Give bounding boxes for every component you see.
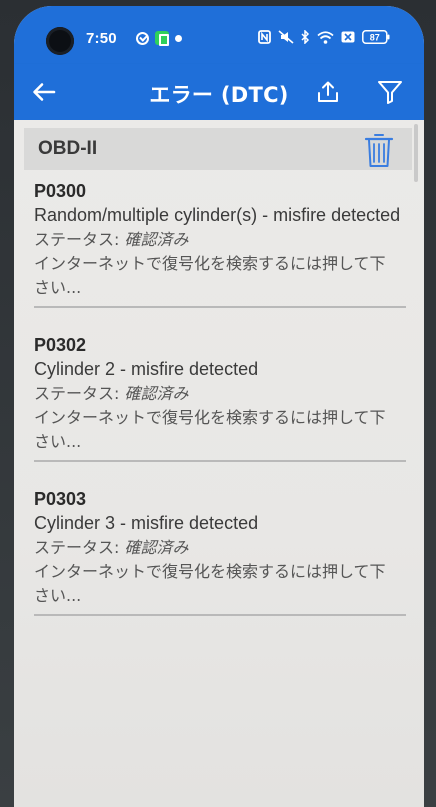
dtc-status: ステータス: 確認済み xyxy=(34,382,406,406)
dtc-search-hint: インターネットで復号化を検索するには押して下さい... xyxy=(34,562,386,605)
check-circle-icon xyxy=(136,31,149,45)
dtc-description: Cylinder 2 - misfire detected xyxy=(34,359,259,379)
share-button[interactable] xyxy=(312,76,344,108)
dtc-code: P0303 xyxy=(34,489,87,509)
status-notification-icons xyxy=(136,31,182,46)
battery-icon: 87 xyxy=(362,30,390,44)
wifi-icon xyxy=(317,30,334,44)
filter-button[interactable] xyxy=(374,76,406,108)
dtc-status: ステータス: 確認済み xyxy=(34,536,406,560)
bluetooth-icon xyxy=(301,30,310,44)
notification-dot-icon xyxy=(175,34,182,42)
dtc-status-value: 確認済み xyxy=(124,538,189,557)
status-time: 7:50 xyxy=(86,30,117,47)
delete-button[interactable] xyxy=(362,131,396,169)
dtc-code: P0302 xyxy=(34,335,87,355)
dtc-list-item[interactable]: P0302 Cylinder 2 - misfire detected ステータ… xyxy=(34,324,406,462)
dtc-list: P0300 Random/multiple cylinder(s) - misf… xyxy=(14,170,424,616)
dtc-status-label: ステータス: xyxy=(34,538,120,557)
dtc-search-hint: インターネットで復号化を検索するには押して下さい... xyxy=(34,254,386,297)
battery-level: 87 xyxy=(370,33,380,43)
status-system-icons: 87 xyxy=(258,30,390,44)
filter-icon xyxy=(378,81,402,104)
dtc-code: P0300 xyxy=(34,181,87,201)
section-title: OBD-II xyxy=(38,138,98,159)
dtc-list-item[interactable]: P0300 Random/multiple cylinder(s) - misf… xyxy=(34,170,406,308)
dtc-list-item[interactable]: P0303 Cylinder 3 - misfire detected ステータ… xyxy=(34,478,406,616)
dtc-description: Cylinder 3 - misfire detected xyxy=(34,513,259,533)
section-header: OBD-II xyxy=(24,128,412,170)
screen: 7:50 87 エラー (DTC) OBD-II P0300 Random/mu… xyxy=(14,6,424,807)
dtc-status: ステータス: 確認済み xyxy=(34,228,406,252)
trash-icon xyxy=(364,134,394,167)
dtc-status-value: 確認済み xyxy=(124,384,189,403)
nfc-icon xyxy=(258,30,271,44)
dtc-content[interactable]: OBD-II P0300 Random/multiple cylinder(s)… xyxy=(14,120,424,807)
dtc-status-label: ステータス: xyxy=(34,384,120,403)
app-bar: エラー (DTC) xyxy=(14,64,424,120)
page-title: エラー (DTC) xyxy=(149,83,289,107)
status-bar: 7:50 87 xyxy=(14,6,424,64)
dtc-status-value: 確認済み xyxy=(124,230,189,249)
dtc-status-label: ステータス: xyxy=(34,230,120,249)
app-notification-icon xyxy=(155,31,169,46)
phone-frame: 7:50 87 エラー (DTC) OBD-II P0300 Random/mu… xyxy=(0,0,436,807)
share-icon xyxy=(318,81,338,102)
dtc-description: Random/multiple cylinder(s) - misfire de… xyxy=(34,205,401,225)
mute-icon xyxy=(278,30,294,44)
front-camera xyxy=(46,27,74,55)
dtc-search-hint: インターネットで復号化を検索するには押して下さい... xyxy=(34,408,386,451)
sim-x-icon xyxy=(341,31,355,43)
